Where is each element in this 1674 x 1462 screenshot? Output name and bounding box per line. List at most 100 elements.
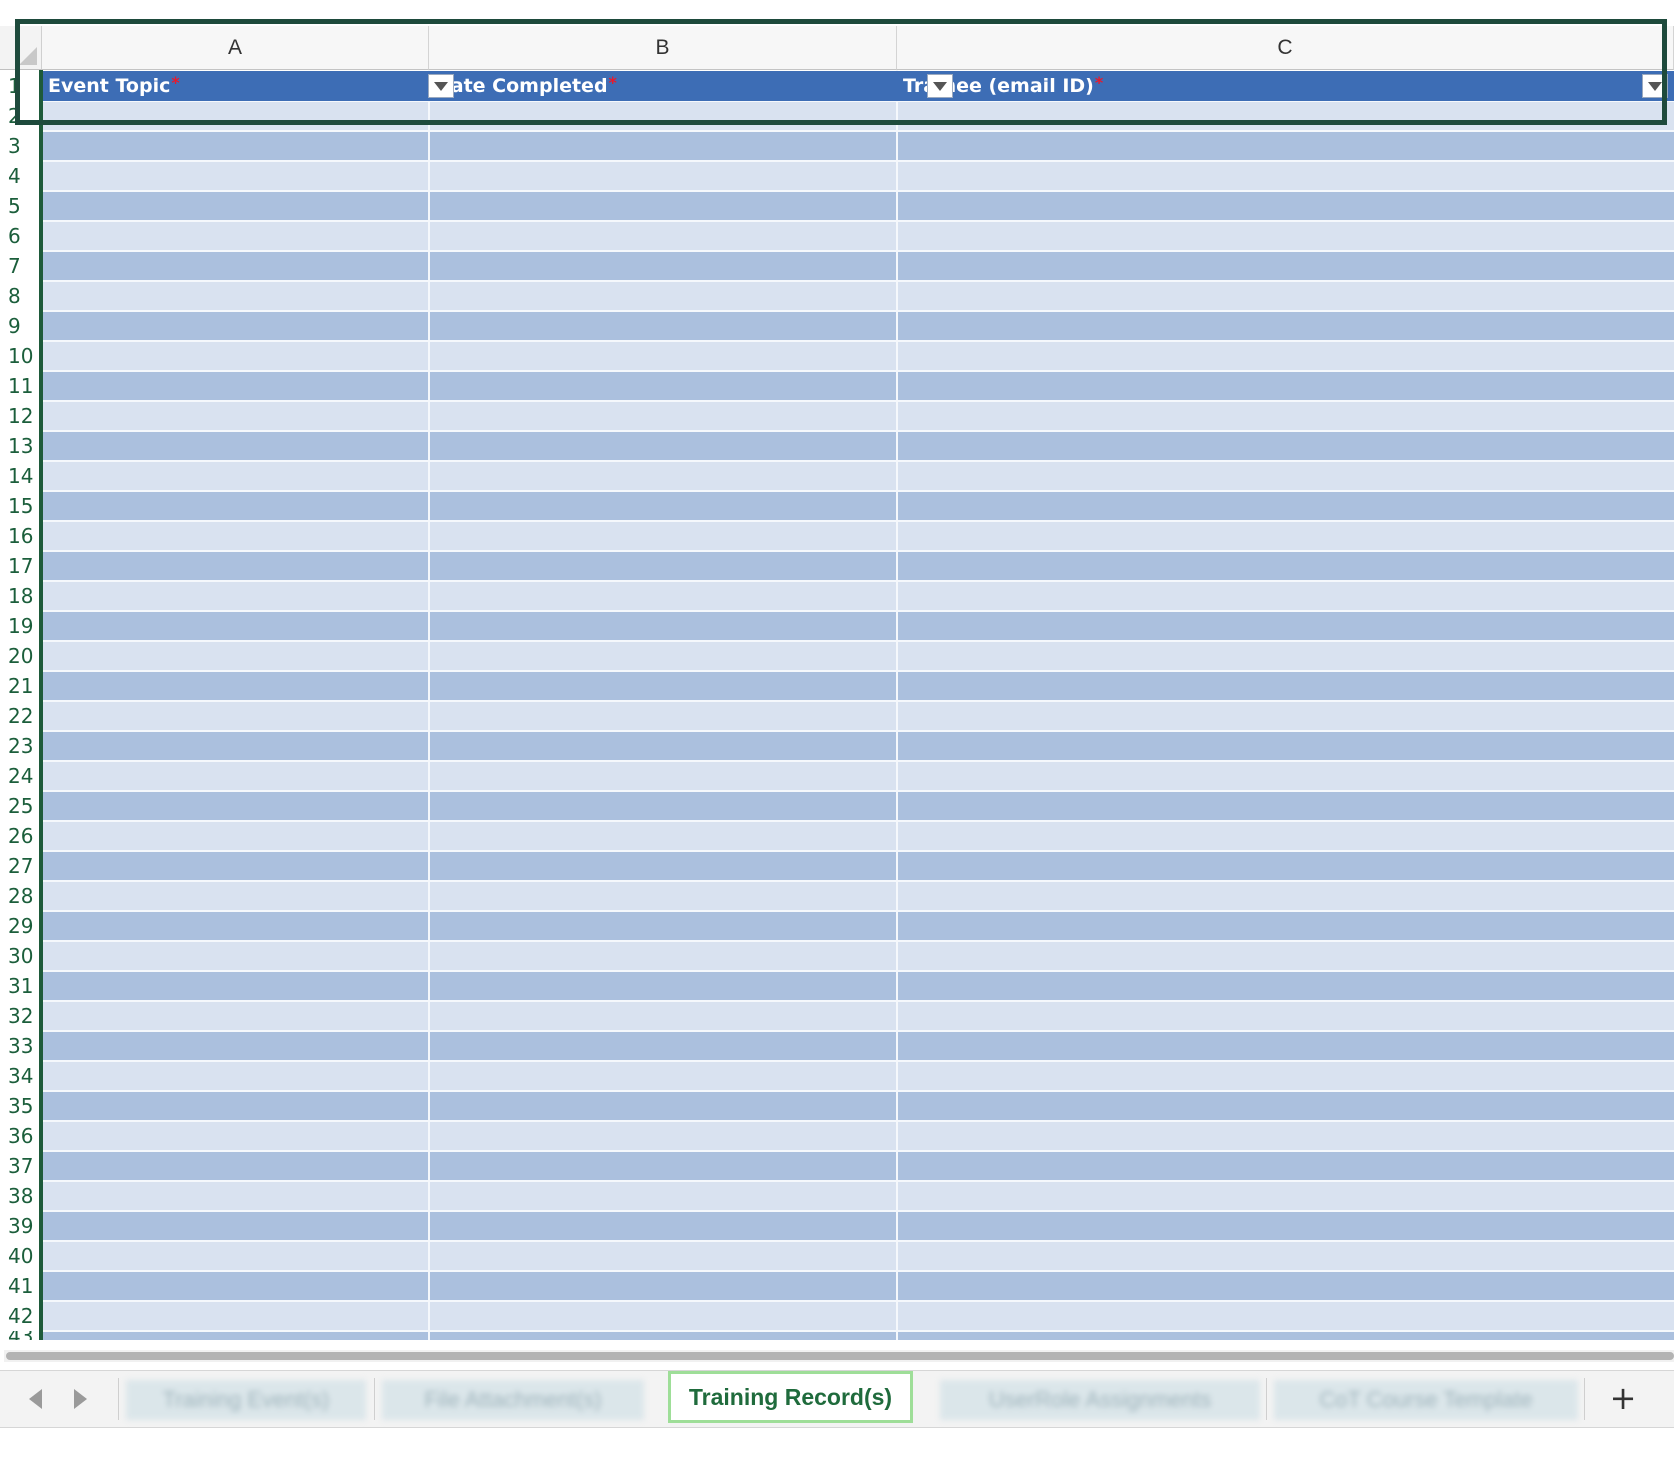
table-row[interactable] [43,851,1674,881]
header-cell-trainee-email[interactable]: Trainee (email ID) * [898,71,1643,101]
table-row[interactable] [43,191,1674,221]
row-number[interactable]: 18 [0,581,42,611]
row-number[interactable]: 34 [0,1061,42,1091]
row-number[interactable]: 9 [0,311,42,341]
table-row[interactable] [43,1061,1674,1091]
table-row[interactable] [43,371,1674,401]
row-number[interactable]: 21 [0,671,42,701]
row-number[interactable]: 42 [0,1301,42,1331]
row-number[interactable]: 4 [0,161,42,191]
row-number[interactable]: 24 [0,761,42,791]
table-row[interactable] [43,821,1674,851]
table-row[interactable] [43,1331,1674,1340]
row-number[interactable]: 37 [0,1151,42,1181]
row-number[interactable]: 13 [0,431,42,461]
row-number[interactable]: 17 [0,551,42,581]
add-sheet-button[interactable]: + [1600,1378,1646,1418]
table-row[interactable] [43,1001,1674,1031]
scroll-tabs-right-button[interactable] [67,1386,93,1412]
table-row[interactable] [43,671,1674,701]
table-row[interactable] [43,281,1674,311]
row-number[interactable]: 7 [0,251,42,281]
row-number[interactable]: 28 [0,881,42,911]
row-number[interactable]: 36 [0,1121,42,1151]
row-number[interactable]: 2 [0,101,42,131]
table-row[interactable] [43,341,1674,371]
table-row[interactable] [43,1151,1674,1181]
table-row[interactable] [43,221,1674,251]
table-row[interactable] [43,1211,1674,1241]
table-row[interactable] [43,521,1674,551]
table-row[interactable] [43,791,1674,821]
table-row[interactable] [43,701,1674,731]
row-number[interactable]: 33 [0,1031,42,1061]
row-number[interactable]: 8 [0,281,42,311]
table-row[interactable] [43,641,1674,671]
row-number[interactable]: 19 [0,611,42,641]
column-header-c[interactable]: C [897,26,1674,70]
row-number[interactable]: 38 [0,1181,42,1211]
table-row[interactable] [43,971,1674,1001]
header-cell-event-topic[interactable]: Event Topic * [43,71,403,101]
table-row[interactable] [43,761,1674,791]
table-row[interactable] [43,131,1674,161]
row-number[interactable]: 43 [0,1331,42,1340]
table-row[interactable] [43,431,1674,461]
row-number[interactable]: 23 [0,731,42,761]
table-row[interactable] [43,1091,1674,1121]
select-all-corner[interactable] [0,26,42,70]
row-number[interactable]: 25 [0,791,42,821]
header-cell-date-completed[interactable]: Date Completed * [430,71,868,101]
table-row[interactable] [43,251,1674,281]
table-row[interactable] [43,401,1674,431]
table-row[interactable] [43,1301,1674,1331]
table-row[interactable] [43,491,1674,521]
row-number[interactable]: 1 [0,71,42,101]
row-number[interactable]: 41 [0,1271,42,1301]
row-number[interactable]: 14 [0,461,42,491]
table-row[interactable] [43,461,1674,491]
column-header-b[interactable]: B [429,26,897,70]
scroll-tabs-left-button[interactable] [22,1386,48,1412]
row-number[interactable]: 26 [0,821,42,851]
table-row[interactable] [43,101,1674,131]
row-number[interactable]: 32 [0,1001,42,1031]
row-number[interactable]: 35 [0,1091,42,1121]
row-number[interactable]: 16 [0,521,42,551]
table-row[interactable] [43,1271,1674,1301]
row-number[interactable]: 40 [0,1241,42,1271]
table-row[interactable] [43,911,1674,941]
sheet-tab-file-attachments[interactable]: File Attachment(s) [382,1380,644,1420]
row-number[interactable]: 10 [0,341,42,371]
row-number[interactable]: 30 [0,941,42,971]
table-row[interactable] [43,1031,1674,1061]
row-number[interactable]: 39 [0,1211,42,1241]
row-number[interactable]: 3 [0,131,42,161]
row-number[interactable]: 5 [0,191,42,221]
filter-dropdown-event-topic[interactable] [428,74,454,98]
sheet-tab-userrole-assignments[interactable]: UserRole Assignments [940,1380,1260,1420]
row-number[interactable]: 20 [0,641,42,671]
table-row[interactable] [43,881,1674,911]
row-number[interactable]: 15 [0,491,42,521]
sheet-tab-training-records[interactable]: Training Record(s) [668,1371,913,1423]
row-number[interactable]: 12 [0,401,42,431]
table-row[interactable] [43,1241,1674,1271]
table-row[interactable] [43,551,1674,581]
sheet-tab-training-events[interactable]: Training Event(s) [126,1380,366,1420]
table-row[interactable] [43,611,1674,641]
column-header-a[interactable]: A [42,26,429,70]
row-number[interactable]: 11 [0,371,42,401]
table-row[interactable] [43,311,1674,341]
filter-dropdown-trainee-email[interactable] [1642,74,1668,98]
row-number[interactable]: 29 [0,911,42,941]
row-number[interactable]: 31 [0,971,42,1001]
table-row[interactable] [43,1121,1674,1151]
table-row[interactable] [43,161,1674,191]
table-row[interactable] [43,1181,1674,1211]
row-number[interactable]: 6 [0,221,42,251]
table-row[interactable] [43,581,1674,611]
sheet-tab-cot-course-template[interactable]: CoT Course Template [1274,1380,1578,1420]
table-row[interactable] [43,941,1674,971]
row-number[interactable]: 22 [0,701,42,731]
